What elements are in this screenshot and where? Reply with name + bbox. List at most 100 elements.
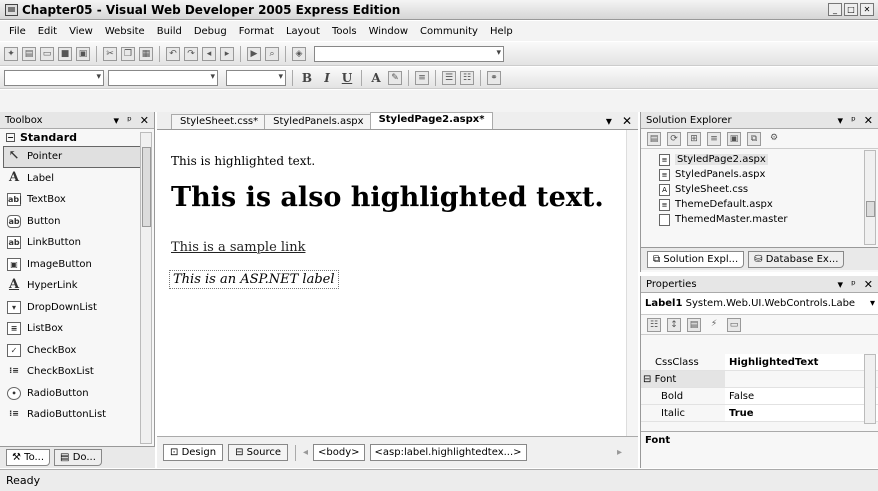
file-node[interactable]: ≡ StyledPanels.aspx — [659, 167, 878, 182]
hyperlink-icon[interactable]: ⚭ — [487, 70, 501, 85]
nest-files-icon[interactable]: ⊞ — [687, 131, 701, 146]
source-view-button[interactable]: ⊟ Source — [228, 444, 289, 461]
undo-icon[interactable]: ↶ — [166, 46, 180, 61]
justify-icon[interactable]: ≡ — [415, 70, 429, 85]
menu-window[interactable]: Window — [363, 26, 414, 37]
object-selector[interactable]: Label1 System.Web.UI.WebControls.Labe ▾ — [641, 293, 878, 315]
cut-icon[interactable]: ✂ — [103, 46, 117, 61]
toolbox-item-linkbutton[interactable]: ab LinkButton — [0, 232, 140, 254]
property-category-row[interactable]: ⊟ Font — [641, 371, 878, 388]
redo-icon[interactable]: ↷ — [184, 46, 198, 61]
underline-icon[interactable]: U — [339, 71, 355, 85]
property-row[interactable]: CssClass HighlightedText — [641, 354, 878, 371]
tab-document-outline[interactable]: ▤ Do... — [54, 449, 102, 466]
italic-icon[interactable]: I — [319, 71, 335, 85]
breadcrumb-body[interactable]: <body> — [313, 444, 365, 461]
font-size-dropdown[interactable] — [226, 69, 286, 86]
dropdown-icon[interactable]: ▾ — [838, 278, 844, 291]
menu-build[interactable]: Build — [151, 26, 188, 37]
breadcrumb-label[interactable]: <asp:label.highlightedtex...> — [369, 444, 527, 461]
toolbox-scrollbar[interactable] — [140, 132, 152, 444]
browse-icon[interactable]: ◈ — [292, 46, 306, 61]
pin-icon[interactable]: ᵖ — [851, 278, 856, 291]
tab-solution-explorer[interactable]: ⧉ Solution Expl... — [647, 250, 745, 268]
highlighted-heading[interactable]: This is also highlighted text. — [171, 182, 604, 213]
properties-scrollbar[interactable] — [864, 354, 876, 424]
property-row[interactable]: Italic True — [641, 405, 878, 422]
close-document-icon[interactable]: ✕ — [622, 114, 632, 128]
property-pages-icon[interactable]: ▭ — [727, 317, 741, 332]
menu-layout[interactable]: Layout — [280, 26, 326, 37]
scroll-left-icon[interactable]: ◂ — [303, 447, 308, 458]
tab-database-explorer[interactable]: ⛁ Database Ex... — [748, 250, 845, 268]
properties-icon[interactable]: ▤ — [647, 131, 661, 146]
categorized-icon[interactable]: ☷ — [647, 317, 661, 332]
toolbox-item-imagebutton[interactable]: ▣ ImageButton — [0, 254, 140, 276]
numbered-list-icon[interactable]: ☰ — [442, 70, 456, 85]
toolbox-item-listbox[interactable]: ≡ ListBox — [0, 318, 140, 340]
new-project-icon[interactable]: ✦ — [4, 46, 18, 61]
background-color-icon[interactable]: ✎ — [388, 70, 402, 85]
scrollbar-thumb[interactable] — [866, 201, 875, 217]
close-icon[interactable]: ✕ — [140, 114, 149, 127]
asp-net-config-icon[interactable]: ⚙ — [767, 132, 781, 146]
editor-scrollbar[interactable] — [626, 130, 638, 436]
tab-stylesheet-css[interactable]: StyleSheet.css* — [171, 114, 268, 129]
file-node[interactable]: ThemedMaster.master — [659, 212, 878, 227]
highlighted-text-line[interactable]: This is highlighted text. — [171, 154, 315, 168]
toolbox-item-checkboxlist[interactable]: ⁝≡ CheckBoxList — [0, 361, 140, 383]
toolbox-item-button[interactable]: ab Button — [0, 211, 140, 233]
pin-icon[interactable]: ᵖ — [851, 114, 856, 127]
bulleted-list-icon[interactable]: ☷ — [460, 70, 474, 85]
toolbox-item-radiobuttonlist[interactable]: ⁝≡ RadioButtonList — [0, 404, 140, 426]
property-row[interactable]: Bold False — [641, 388, 878, 405]
pin-icon[interactable]: ᵖ — [127, 114, 132, 127]
events-icon[interactable]: ⚡ — [707, 318, 721, 332]
minimize-button[interactable]: _ — [828, 3, 842, 16]
foreground-color-icon[interactable]: A — [368, 71, 384, 85]
save-icon[interactable]: ■ — [58, 46, 72, 61]
alphabetical-icon[interactable]: ↕ — [667, 317, 681, 332]
design-view-button[interactable]: ⊡ Design — [163, 444, 224, 461]
menu-community[interactable]: Community — [414, 26, 484, 37]
solution-explorer-scrollbar[interactable] — [864, 150, 876, 245]
find-combobox[interactable] — [314, 45, 504, 62]
toolbox-item-label[interactable]: A Label — [0, 168, 140, 190]
tab-styledpage2-aspx[interactable]: StyledPage2.aspx* — [369, 112, 494, 129]
properties-icon[interactable]: ▤ — [687, 317, 701, 332]
toolbox-item-dropdownlist[interactable]: ▾ DropDownList — [0, 297, 140, 319]
close-icon[interactable]: ✕ — [864, 278, 873, 291]
navigate-back-icon[interactable]: ◂ — [202, 46, 216, 61]
menu-file[interactable]: File — [3, 26, 32, 37]
font-name-dropdown[interactable] — [108, 69, 218, 86]
close-icon[interactable]: ✕ — [864, 114, 873, 127]
toolbox-item-pointer[interactable]: ↖ Pointer — [3, 146, 141, 168]
sample-link[interactable]: This is a sample link — [171, 240, 305, 255]
design-surface[interactable]: This is highlighted text. This is also h… — [157, 130, 627, 436]
paste-icon[interactable]: ▦ — [139, 46, 153, 61]
file-node[interactable]: ≡ StyledPage2.aspx — [659, 152, 878, 167]
scroll-right-icon[interactable]: ▸ — [617, 447, 622, 458]
scrollbar-thumb[interactable] — [142, 147, 151, 227]
menu-tools[interactable]: Tools — [326, 26, 363, 37]
maximize-button[interactable]: □ — [844, 3, 858, 16]
dropdown-icon[interactable]: ▾ — [114, 114, 120, 127]
add-item-icon[interactable]: ▤ — [22, 46, 36, 61]
start-debugging-icon[interactable]: ▶ — [247, 46, 261, 61]
menu-debug[interactable]: Debug — [188, 26, 233, 37]
find-icon[interactable]: ⌕ — [265, 46, 279, 61]
close-button[interactable]: ✕ — [860, 3, 874, 16]
tab-list-icon[interactable]: ▾ — [606, 114, 612, 128]
bold-icon[interactable]: B — [299, 71, 315, 85]
toolbox-item-radiobutton[interactable]: • RadioButton — [0, 383, 140, 405]
save-all-icon[interactable]: ▣ — [76, 46, 90, 61]
open-icon[interactable]: ▭ — [40, 46, 54, 61]
menu-help[interactable]: Help — [484, 26, 519, 37]
tab-styledpanels-aspx[interactable]: StyledPanels.aspx — [264, 114, 373, 129]
toolbox-section-header[interactable]: − Standard — [0, 129, 154, 146]
refresh-icon[interactable]: ⟳ — [667, 131, 681, 146]
view-code-icon[interactable]: ≡ — [707, 131, 721, 146]
copy-website-icon[interactable]: ⧉ — [747, 131, 761, 146]
copy-icon[interactable]: ❐ — [121, 46, 135, 61]
dropdown-icon[interactable]: ▾ — [838, 114, 844, 127]
